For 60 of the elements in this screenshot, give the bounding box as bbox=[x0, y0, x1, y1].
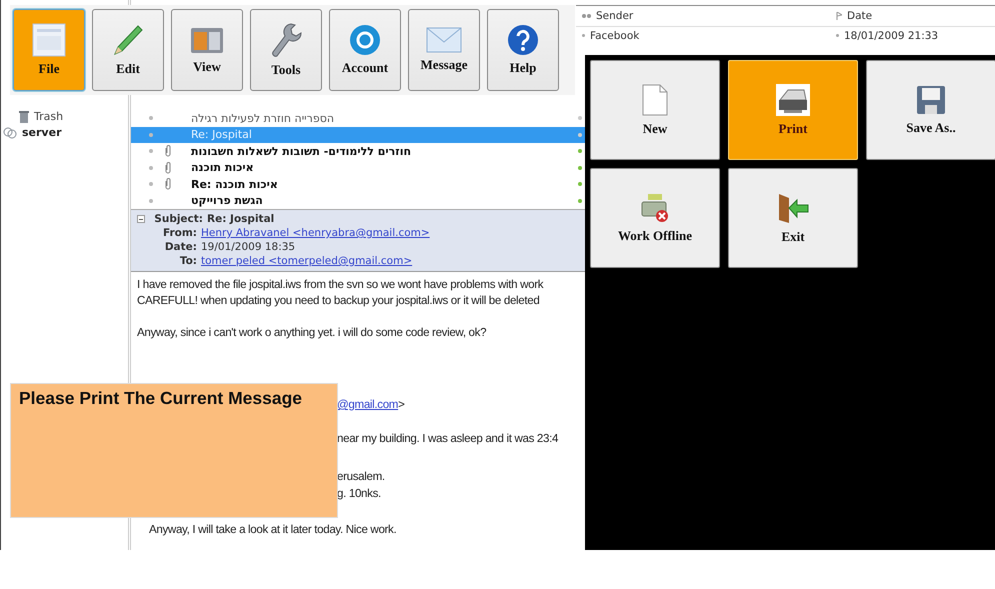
email-link[interactable]: Henry Abravanel <henryabra@gmail.com> bbox=[201, 227, 430, 239]
server-icon bbox=[3, 126, 17, 138]
email-link[interactable]: tomer peled <tomerpeled@gmail.com> bbox=[201, 255, 412, 267]
date-text: 18/01/2009 21:33 bbox=[844, 30, 938, 42]
document-icon bbox=[32, 23, 66, 57]
message-text: near my building. I was asleep and it was 23:4 bbox=[337, 432, 560, 445]
field-label: Date: bbox=[164, 241, 197, 253]
message-row[interactable]: Re: איכות תוכנה bbox=[131, 176, 586, 192]
toolbar-button[interactable]: Message bbox=[408, 9, 480, 91]
toolbar-button[interactable]: File bbox=[13, 9, 85, 91]
paperclip-icon bbox=[165, 145, 171, 158]
menu-tile[interactable]: Work Offline bbox=[590, 168, 720, 268]
sender-text: Facebook bbox=[590, 30, 640, 42]
thread-icon bbox=[582, 13, 591, 19]
menu-tile[interactable]: Save As.. bbox=[866, 60, 995, 160]
menu-tile[interactable]: New bbox=[590, 60, 720, 160]
menu-tile[interactable]: Exit bbox=[728, 168, 858, 268]
toolbar-button[interactable]: Edit bbox=[92, 9, 164, 91]
collapse-icon[interactable] bbox=[137, 215, 145, 223]
field-label: From: bbox=[162, 227, 197, 239]
wrench-icon bbox=[269, 22, 303, 58]
folder-item[interactable]: server bbox=[22, 126, 62, 139]
email-link[interactable]: @gmail.com bbox=[337, 398, 398, 411]
message-text: erusalem. bbox=[337, 470, 386, 483]
toolbar-button[interactable]: View bbox=[171, 9, 243, 91]
menu-tile[interactable]: Print bbox=[728, 60, 858, 160]
message-text: CAREFULL! when updating you need to backup your jospital.iws or it will be deleted bbox=[137, 294, 540, 307]
at-sign-icon bbox=[349, 24, 381, 56]
column-header[interactable]: Sender bbox=[596, 10, 634, 22]
toolbar-button[interactable]: Tools bbox=[250, 9, 322, 91]
message-row[interactable]: Facebook 18/01/2009 21:33 bbox=[576, 27, 995, 44]
message-row[interactable]: הגשת פרוייקט bbox=[131, 192, 586, 209]
help-icon bbox=[507, 24, 539, 56]
column-header[interactable]: Date bbox=[847, 10, 872, 22]
field-value: 19/01/2009 18:35 bbox=[201, 241, 296, 253]
flag-icon bbox=[836, 12, 842, 20]
message-row[interactable]: הספרייה חוזרת לפעילות רגילה bbox=[131, 110, 586, 126]
network-error-icon bbox=[640, 192, 670, 222]
message-row[interactable]: חוזרים ללימודים- תשובות לשאלות חשבונות bbox=[131, 143, 586, 160]
trash-icon bbox=[19, 110, 29, 122]
field-label: To: bbox=[178, 255, 197, 267]
message-text: Anyway, since i can't work o anything yet. i will do some code review, ok? bbox=[137, 326, 488, 339]
toolbar-button[interactable]: Account bbox=[329, 9, 401, 91]
toolbar-button[interactable]: Help bbox=[487, 9, 559, 91]
paperclip-icon bbox=[165, 162, 171, 174]
blank-page-icon bbox=[642, 84, 668, 116]
message-text: Anyway, I will take a look at it later today. Nice work. bbox=[149, 523, 398, 536]
message-row[interactable]: איכות תוכנה bbox=[131, 160, 586, 176]
printer-icon bbox=[776, 84, 810, 116]
paperclip-icon bbox=[165, 178, 171, 190]
field-label: Subject: bbox=[153, 213, 203, 225]
folder-item[interactable]: Trash bbox=[34, 110, 64, 123]
prompt-text: Please Print The Current Message bbox=[19, 388, 304, 409]
window-icon bbox=[190, 25, 224, 55]
door-exit-icon bbox=[777, 192, 809, 224]
message-text: @gmail.com> bbox=[337, 398, 406, 411]
pencil-icon bbox=[111, 23, 145, 57]
envelope-icon bbox=[426, 27, 462, 53]
field-value: Re: Jospital bbox=[207, 213, 274, 225]
message-text: I have removed the file jospital.iws from the svn so we wont have problems with work bbox=[137, 278, 544, 291]
